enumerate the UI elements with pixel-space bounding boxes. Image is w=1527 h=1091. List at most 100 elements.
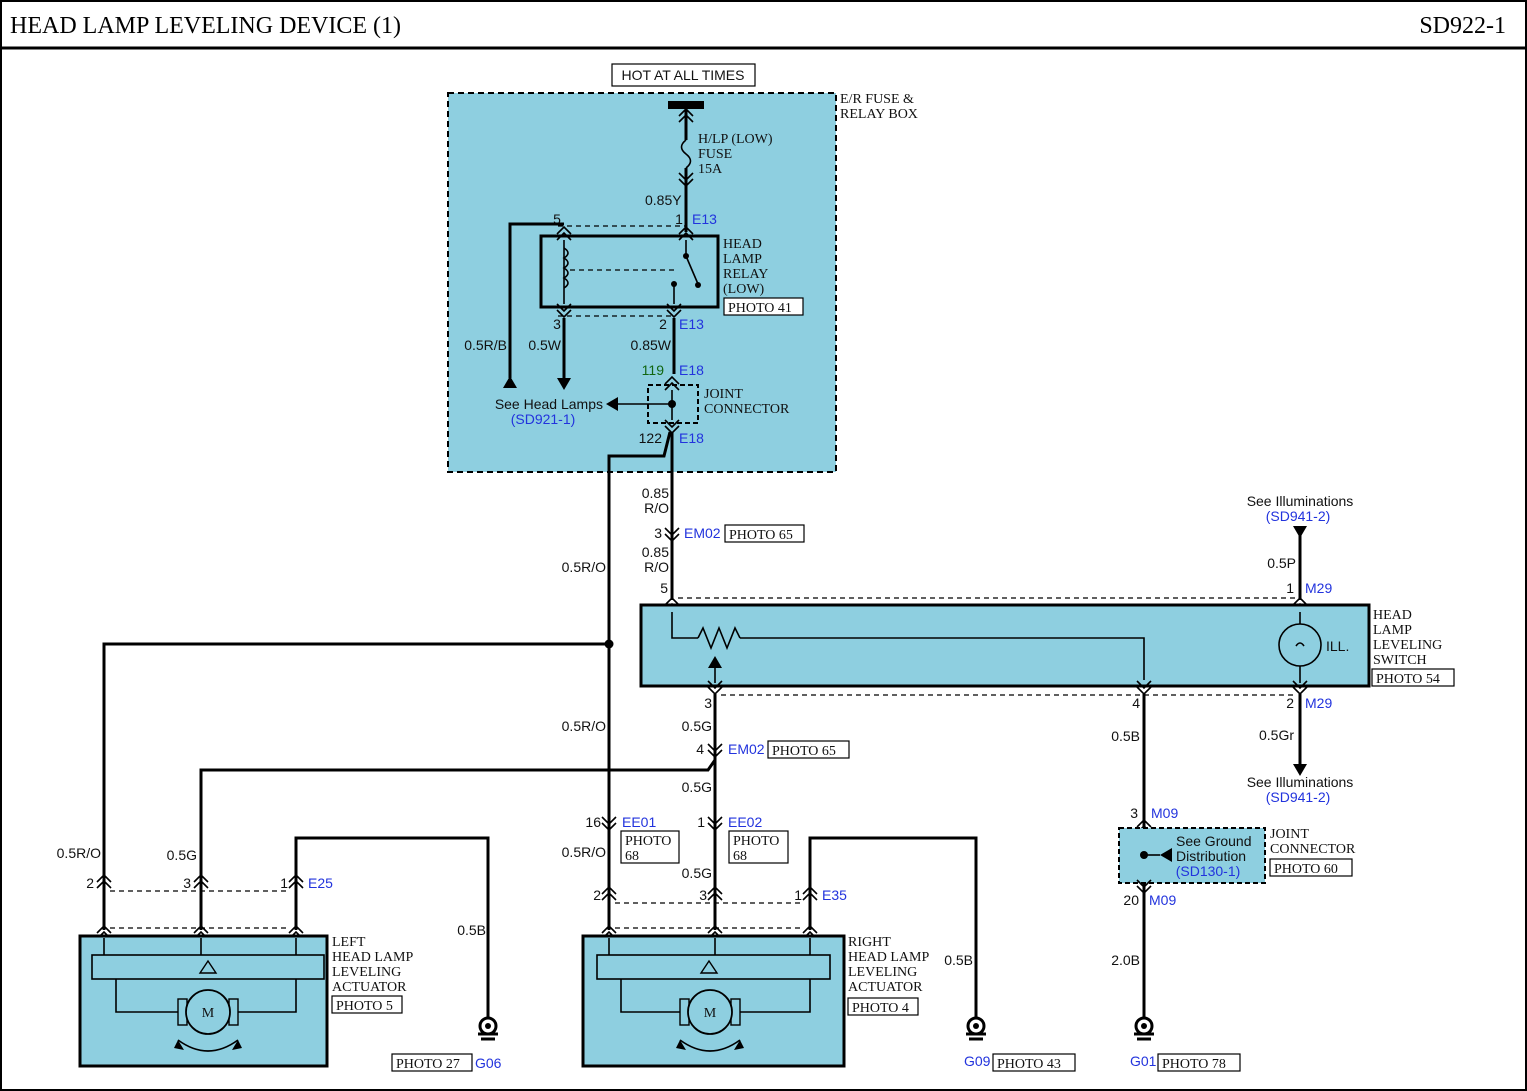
wire-05ro-left [102, 642, 609, 878]
switch-ill-label: ILL. [1326, 638, 1349, 654]
em02-mid-conn: EM02 [728, 741, 765, 757]
fuse-box-label-1: E/R FUSE & [840, 92, 914, 107]
wire-05ro-right-label: 0.5R/O [562, 844, 606, 860]
em02-top-pin: 3 [654, 525, 662, 541]
ee01-photo-1: PHOTO [625, 834, 671, 849]
joint-e18-pin-top: 119 [642, 362, 665, 378]
wire-085ro-a-2: R/O [644, 500, 669, 516]
wire-05b-left-label: 0.5B [457, 922, 486, 938]
ee02-photo-1: PHOTO [733, 834, 779, 849]
joint-m09-photo: PHOTO 60 [1274, 862, 1338, 877]
wire-085ro-b-1: 0.85 [642, 544, 669, 560]
fuse-box-label-2: RELAY BOX [840, 107, 918, 122]
ground-g01-photo: PHOTO 78 [1162, 1057, 1226, 1072]
relay-label-3: RELAY [723, 267, 768, 282]
illum-bottom-label: See Illuminations [1247, 774, 1354, 790]
wire-085y-label: 0.85Y [645, 192, 682, 208]
ground-g01-name: G01 [1130, 1053, 1157, 1069]
joint-e18-pin-bottom: 122 [639, 430, 663, 446]
wiring-diagram: HEAD LAMP LEVELING DEVICE (1) SD922-1 E/… [0, 0, 1527, 1091]
switch-conn-top: M29 [1305, 580, 1332, 596]
wire-05ro-mid-label: 0.5R/O [562, 718, 606, 734]
illum-top-label: See Illuminations [1247, 493, 1354, 509]
joint-e18-label-2: CONNECTOR [704, 402, 790, 417]
joint-m09-pin-top: 3 [1130, 805, 1138, 821]
right-pin2: 2 [593, 887, 601, 903]
ground-dist-label-1: See Ground [1176, 833, 1252, 849]
joint-m09-conn-bottom: M09 [1149, 892, 1176, 908]
relay-pin3: 3 [553, 316, 561, 332]
switch-label-4: SWITCH [1373, 653, 1427, 668]
page-code: SD922-1 [1419, 13, 1506, 39]
ee02-photo-2: 68 [733, 849, 747, 864]
page-title: HEAD LAMP LEVELING DEVICE (1) [10, 13, 401, 39]
ee02-pin: 1 [697, 814, 705, 830]
illum-top-ref: (SD941-2) [1266, 508, 1331, 524]
joint-e18-label-1: JOINT [704, 387, 743, 402]
relay-label-4: (LOW) [723, 282, 765, 297]
head-lamp-leveling-switch [639, 603, 1371, 688]
ground-dist-ref: (SD130-1) [1176, 863, 1241, 879]
ground-g09-name: G09 [964, 1053, 991, 1069]
wire-05w-label: 0.5W [528, 337, 561, 353]
left-pin2: 2 [86, 875, 94, 891]
left-label-1: LEFT [332, 935, 366, 950]
wire-05gr-label: 0.5Gr [1259, 727, 1294, 743]
ee01-photo-2: 68 [625, 849, 639, 864]
bus-bar [668, 101, 704, 109]
wire-05b-right-label: 0.5B [944, 952, 973, 968]
wire-085ro-b-2: R/O [644, 559, 669, 575]
switch-label-3: LEVELING [1373, 638, 1442, 653]
relay-pin2: 2 [659, 316, 667, 332]
right-label-4: ACTUATOR [848, 980, 923, 995]
switch-pin2: 2 [1286, 695, 1294, 711]
see-head-lamps-label: See Head Lamps [495, 396, 603, 412]
ee01-conn: EE01 [622, 814, 656, 830]
see-head-lamps-ref: (SD921-1) [511, 411, 576, 427]
power-source-label: HOT AT ALL TIMES [622, 67, 745, 83]
illum-bottom-ref: (SD941-2) [1266, 789, 1331, 805]
relay-photo: PHOTO 41 [728, 301, 792, 316]
switch-label-1: HEAD [1373, 608, 1412, 623]
joint-e18-conn-top: E18 [679, 362, 704, 378]
right-photo: PHOTO 4 [852, 1001, 909, 1016]
fuse-label-3: 15A [698, 162, 723, 177]
left-label-2: HEAD LAMP [332, 950, 413, 965]
left-label-4: ACTUATOR [332, 980, 407, 995]
left-photo: PHOTO 5 [336, 999, 393, 1014]
fuse-label-1: H/LP (LOW) [698, 132, 773, 147]
relay-label-2: LAMP [723, 252, 762, 267]
wire-05g-right-label: 0.5G [682, 865, 712, 881]
right-pin1: 1 [794, 887, 802, 903]
ground-g09-photo: PHOTO 43 [997, 1057, 1061, 1072]
switch-photo: PHOTO 54 [1376, 672, 1440, 687]
wire-20b-label: 2.0B [1111, 952, 1140, 968]
ground-g06-photo: PHOTO 27 [396, 1057, 460, 1072]
wire-05g-sw-label: 0.5G [682, 718, 712, 734]
switch-pin3: 3 [704, 695, 712, 711]
em02-mid-pin: 4 [696, 741, 704, 757]
right-motor-label: M [704, 1006, 717, 1021]
relay-pin1: 1 [675, 211, 683, 227]
switch-pin1: 1 [1286, 580, 1294, 596]
joint-e18-conn-bottom: E18 [679, 430, 704, 446]
joint-m09-label-2: CONNECTOR [1270, 842, 1356, 857]
right-label-1: RIGHT [848, 935, 891, 950]
wire-05b-sw-label: 0.5B [1111, 728, 1140, 744]
ee02-conn: EE02 [728, 814, 762, 830]
joint-m09-label-1: JOINT [1270, 827, 1309, 842]
fuse-label-2: FUSE [698, 147, 732, 162]
wire-05ro-left-label: 0.5R/O [57, 845, 101, 861]
ground-g01-icon [1134, 1016, 1154, 1041]
relay-label-1: HEAD [723, 237, 762, 252]
wire-085ro-a-1: 0.85 [642, 485, 669, 501]
left-pin3: 3 [183, 875, 191, 891]
wire-05g-left-label: 0.5G [167, 847, 197, 863]
right-pin3: 3 [699, 887, 707, 903]
left-motor-label: M [202, 1006, 215, 1021]
ground-g09-icon [966, 1016, 986, 1041]
right-label-3: LEVELING [848, 965, 917, 980]
switch-label-2: LAMP [1373, 623, 1412, 638]
em02-top-conn: EM02 [684, 525, 721, 541]
wire-085w-label: 0.85W [631, 337, 672, 353]
